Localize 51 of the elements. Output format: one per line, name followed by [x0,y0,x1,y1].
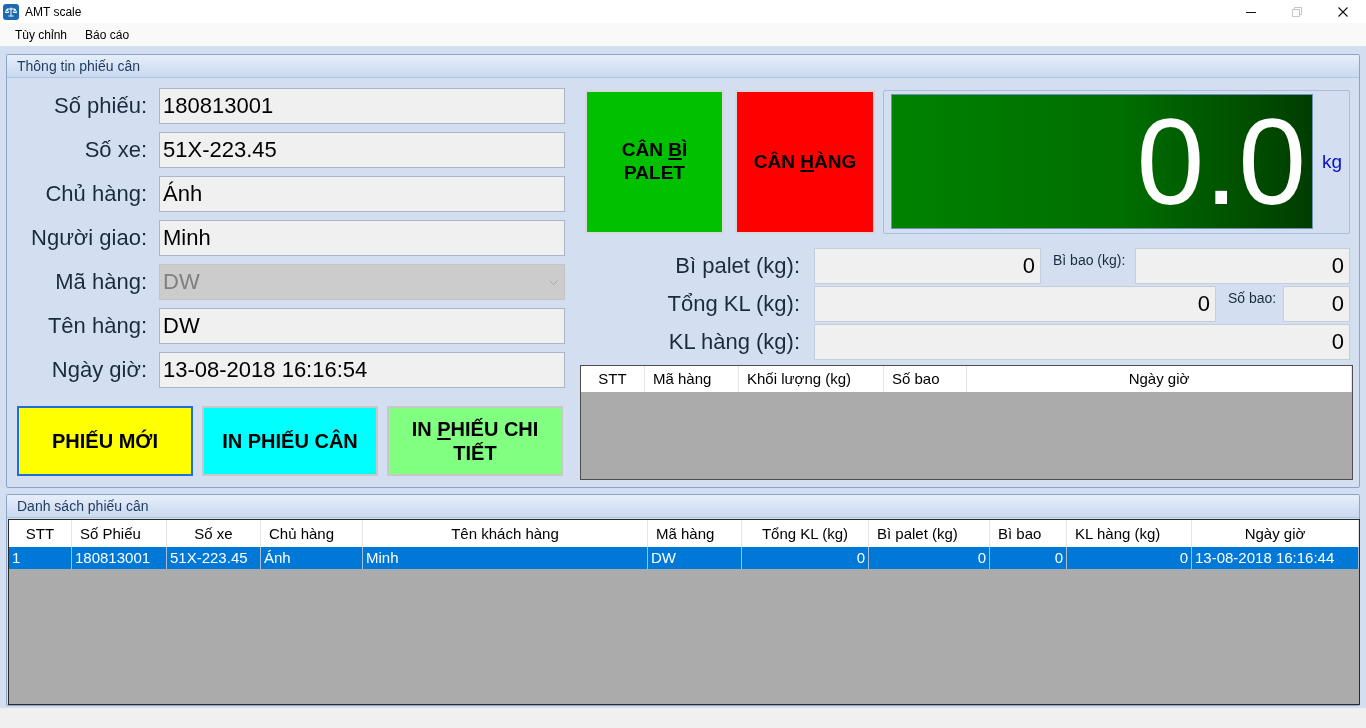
readout-field: 0 [814,248,1041,284]
weight-label: KL hàng (kg): [667,328,800,356]
weigh-button[interactable]: CÂN HÀNG [735,90,875,234]
text-field[interactable]: Minh [159,220,565,256]
text-field[interactable]: DW [159,308,565,344]
table-cell: DW [648,547,742,569]
table-cell: 0 [1067,547,1192,569]
restore-icon [1292,6,1302,17]
weigh-button[interactable]: CÂN BÌ PALET [585,90,724,234]
caret-icon [549,279,558,285]
text-field[interactable]: 180813001 [159,88,565,124]
text-field[interactable]: 13-08-2018 16:16:54 [159,352,565,388]
text-field[interactable]: 51X-223.45 [159,132,565,168]
text-field[interactable]: Ánh [159,176,565,212]
table-cell: Ánh [261,547,363,569]
unit-label: kg [1322,150,1343,173]
field-label: Mã hàng: [54,268,147,296]
menu-item[interactable]: Tùy chỉnh [6,25,77,44]
close-icon [1338,6,1348,17]
weight-label: Bì palet (kg): [674,252,800,280]
panel-title: Thông tin phiếu cân [7,55,1359,78]
weight-label: Bì bao (kg): [1053,251,1127,270]
app-icon [3,3,19,20]
field-label: Số phiếu: [53,92,147,120]
table-cell: 0 [990,547,1067,569]
menu-item[interactable]: Báo cáo [76,25,139,44]
weight-reading: 0.0 [1136,100,1306,223]
panel-title: Danh sách phiếu cân [7,495,1359,518]
action-button[interactable]: PHIẾU MỚI [17,406,193,476]
field-label: Số xe: [83,136,147,164]
table-row[interactable]: 1 180813001 51X-223.45 Ánh Minh DW 0 0 0 0 13-08-2018 16:16:44 [9,547,1359,569]
readout-field: 0 [1135,248,1350,284]
field-label: Người giao: [30,224,147,252]
readout-field: 0 [1283,286,1350,322]
action-button[interactable]: IN PHIẾU CHI TIẾT [387,406,563,476]
table-cell: 0 [742,547,869,569]
readout-field: 0 [814,324,1350,360]
table-cell: 180813001 [72,547,167,569]
window-title: AMT scale [25,4,82,19]
table-cell: Minh [363,547,648,569]
field-label: Tên hàng: [46,312,147,340]
table-cell: 1 [9,547,72,569]
weight-label: Tổng KL (kg): [666,290,800,318]
field-label: Chủ hàng: [44,180,147,208]
weight-label: Số bao: [1228,289,1278,308]
table-cell: 0 [869,547,990,569]
readout-field: 0 [814,286,1216,322]
field-label: Ngày giờ: [50,356,147,384]
action-button[interactable]: IN PHIẾU CÂN [202,406,378,476]
table-cell: 51X-223.45 [167,547,261,569]
table-cell: 13-08-2018 16:16:44 [1192,547,1359,569]
